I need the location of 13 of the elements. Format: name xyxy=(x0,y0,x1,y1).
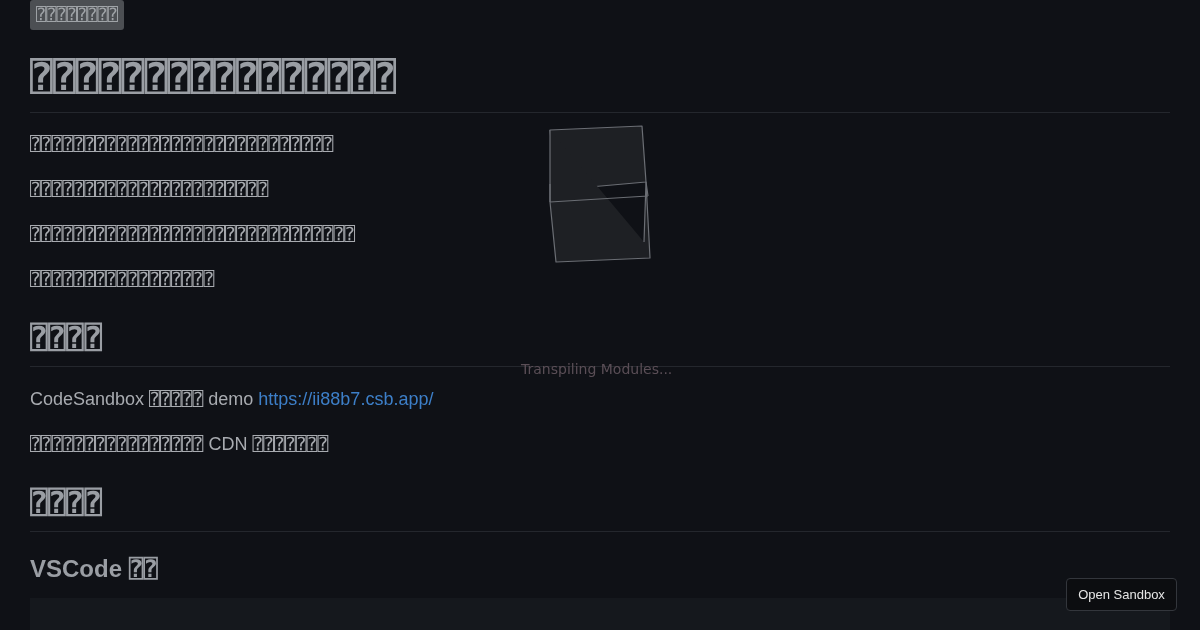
intro-paragraph: ⍰⍰⍰⍰⍰⍰⍰⍰⍰⍰⍰⍰⍰⍰⍰⍰⍰⍰⍰⍰⍰⍰⍰⍰⍰⍰⍰⍰ xyxy=(30,133,335,156)
section-heading: ⍰⍰⍰⍰ xyxy=(30,483,1170,532)
intro-paragraph: ⍰⍰⍰⍰⍰⍰⍰⍰⍰⍰⍰⍰⍰⍰⍰⍰⍰ xyxy=(30,268,216,291)
cube-loader-icon xyxy=(548,124,652,264)
intro-paragraph: ⍰⍰⍰⍰⍰⍰⍰⍰⍰⍰⍰⍰⍰⍰⍰⍰⍰⍰⍰⍰⍰⍰ xyxy=(30,178,270,201)
open-sandbox-button[interactable]: Open Sandbox xyxy=(1066,578,1177,611)
intro-paragraph: ⍰⍰⍰⍰⍰⍰⍰⍰⍰⍰⍰⍰⍰⍰⍰⍰⍰⍰⍰⍰⍰⍰⍰⍰⍰⍰⍰⍰⍰⍰ xyxy=(30,223,357,246)
demo-link[interactable]: https://ii88b7.csb.app/ xyxy=(258,389,434,409)
subsection-heading: VSCode ⍰⍰ xyxy=(30,554,159,584)
tag-badge: ⍰⍰⍰⍰⍰⍰⍰⍰ xyxy=(30,0,124,30)
paragraph: CodeSandbox ⍰⍰⍰⍰⍰ demo https://ii88b7.csb.app/ xyxy=(30,388,435,411)
page-title: ⍰⍰⍰⍰⍰⍰⍰⍰⍰⍰⍰⍰⍰⍰⍰⍰ xyxy=(30,52,1170,113)
paragraph: ⍰⍰⍰⍰⍰⍰⍰⍰⍰⍰⍰⍰⍰⍰⍰⍰ CDN ⍰⍰⍰⍰⍰⍰⍰ xyxy=(30,433,330,456)
